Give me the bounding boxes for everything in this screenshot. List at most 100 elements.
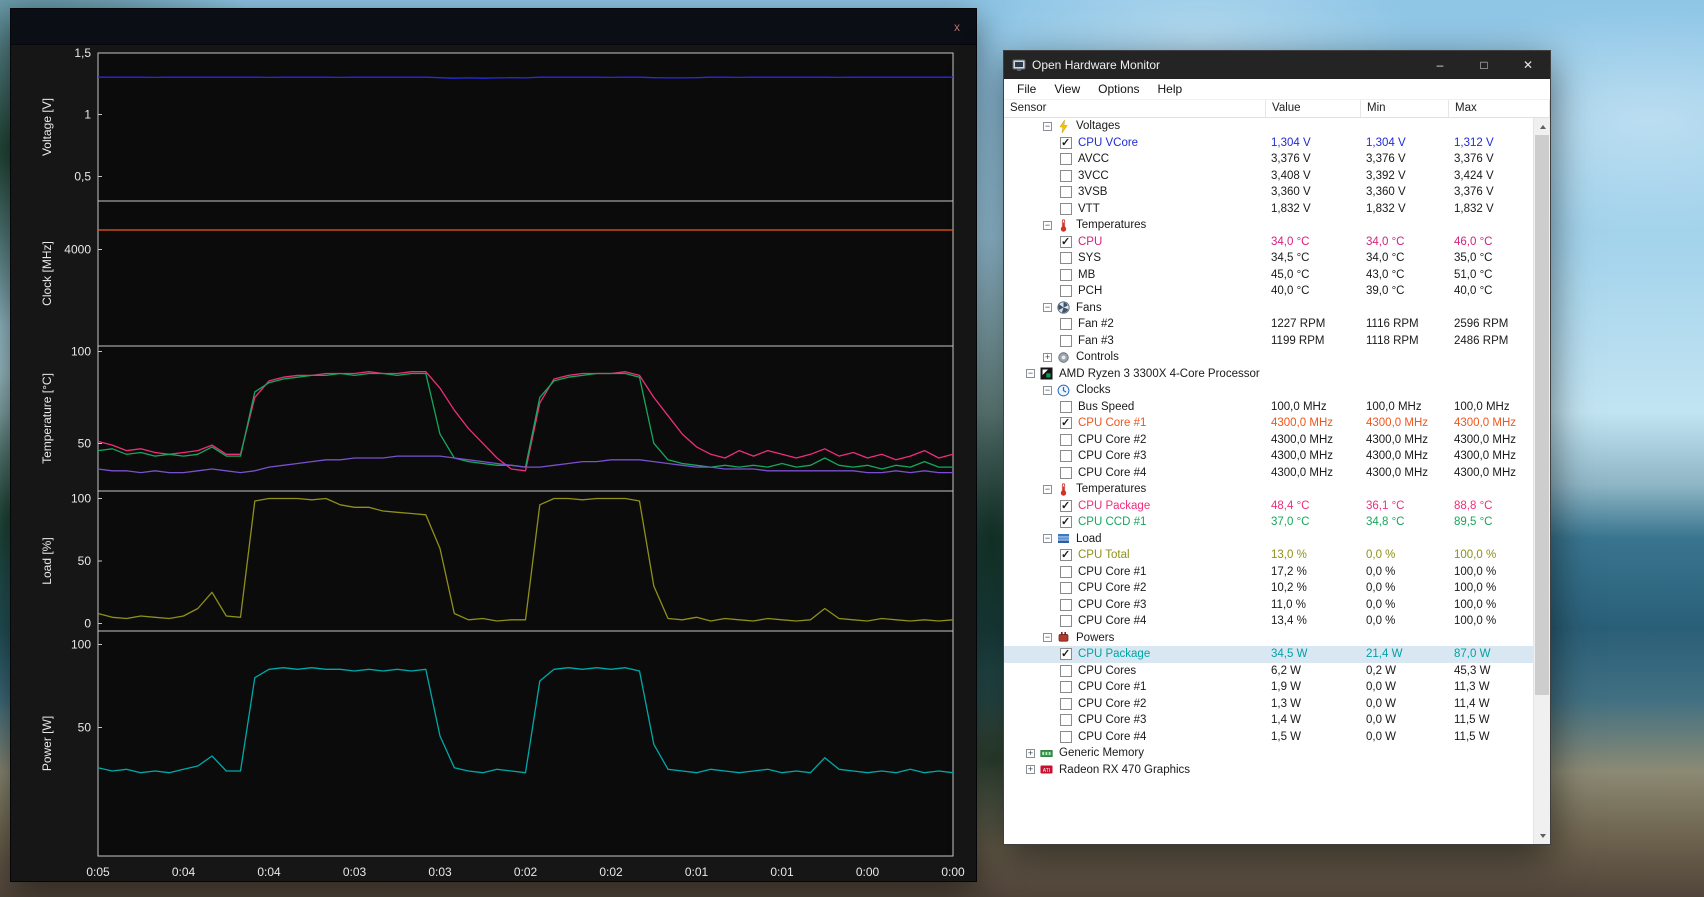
plot-checkbox[interactable] <box>1060 565 1072 578</box>
sensor-row[interactable]: CPU Core #2 1,3 W 0,0 W 11,4 W <box>1004 696 1533 713</box>
plot-titlebar[interactable]: x <box>11 9 976 45</box>
close-button[interactable]: ✕ <box>1506 51 1550 79</box>
menu-file[interactable]: File <box>1008 82 1045 96</box>
sensor-row[interactable]: SYS 34,5 °C 34,0 °C 35,0 °C <box>1004 250 1533 267</box>
plot-checkbox[interactable] <box>1060 515 1072 529</box>
plot-checkbox[interactable] <box>1060 582 1072 595</box>
sensor-row[interactable]: CPU Core #4 4300,0 MHz 4300,0 MHz 4300,0 MH… <box>1004 465 1533 482</box>
sensor-row[interactable]: Fan #3 1199 RPM 1118 RPM 2486 RPM <box>1004 333 1533 350</box>
plot-checkbox[interactable] <box>1060 318 1072 331</box>
plot-checkbox[interactable] <box>1060 202 1072 215</box>
collapse-icon[interactable]: − <box>1043 303 1052 313</box>
sensor-row[interactable]: CPU 34,0 °C 34,0 °C 46,0 °C <box>1004 234 1533 251</box>
plot-checkbox[interactable] <box>1060 647 1072 661</box>
plot-checkbox[interactable] <box>1060 548 1072 562</box>
plot-checkbox[interactable] <box>1060 714 1072 727</box>
sensor-row[interactable]: 3VSB 3,360 V 3,360 V 3,376 V <box>1004 184 1533 201</box>
sensor-row[interactable]: VTT 1,832 V 1,832 V 1,832 V <box>1004 201 1533 218</box>
plot-checkbox[interactable] <box>1060 186 1072 199</box>
collapse-icon[interactable]: − <box>1043 121 1052 131</box>
collapse-icon[interactable]: − <box>1026 369 1035 379</box>
sensor-row[interactable]: CPU Cores 6,2 W 0,2 W 45,3 W <box>1004 663 1533 680</box>
sensor-row[interactable]: CPU Core #3 11,0 % 0,0 % 100,0 % <box>1004 597 1533 614</box>
collapse-icon[interactable]: − <box>1043 484 1052 494</box>
hardware-row[interactable]: − AMD Ryzen 3 3300X 4-Core Processor <box>1004 366 1533 383</box>
sensor-group-row[interactable]: − Temperatures <box>1004 481 1533 498</box>
collapse-icon[interactable]: − <box>1043 633 1052 643</box>
scroll-up-icon[interactable] <box>1534 118 1550 135</box>
sensor-row[interactable]: CPU Core #1 17,2 % 0,0 % 100,0 % <box>1004 564 1533 581</box>
sensor-row[interactable]: 3VCC 3,408 V 3,392 V 3,424 V <box>1004 168 1533 185</box>
y-tick-label: 50 <box>78 721 92 735</box>
plot-checkbox[interactable] <box>1060 235 1072 248</box>
plot-checkbox[interactable] <box>1060 664 1072 677</box>
sensor-row[interactable]: CPU Core #4 1,5 W 0,0 W 11,5 W <box>1004 729 1533 746</box>
sensor-group-row[interactable]: − Load <box>1004 531 1533 548</box>
collapse-icon[interactable]: − <box>1043 385 1052 395</box>
hardware-row[interactable]: + Generic Memory <box>1004 745 1533 762</box>
plot-checkbox[interactable] <box>1060 136 1072 149</box>
sensor-group-row[interactable]: − Powers <box>1004 630 1533 647</box>
plot-checkbox[interactable] <box>1060 153 1072 166</box>
collapse-icon[interactable]: − <box>1043 534 1052 544</box>
maximize-button[interactable]: □ <box>1462 51 1506 79</box>
plot-checkbox[interactable] <box>1060 169 1072 182</box>
minimize-button[interactable]: – <box>1418 51 1462 79</box>
collapse-icon[interactable]: − <box>1043 220 1052 230</box>
plot-checkbox[interactable] <box>1060 416 1072 430</box>
scroll-down-icon[interactable] <box>1534 827 1550 844</box>
plot-checkbox[interactable] <box>1060 268 1072 281</box>
column-header-sensor[interactable]: Sensor <box>1004 100 1266 117</box>
expand-icon[interactable]: + <box>1026 765 1035 775</box>
sensor-row[interactable]: CPU Core #4 13,4 % 0,0 % 100,0 % <box>1004 613 1533 630</box>
sensor-row[interactable]: CPU Core #2 4300,0 MHz 4300,0 MHz 4300,0 MH… <box>1004 432 1533 449</box>
sensor-row[interactable]: CPU Package 34,5 W 21,4 W 87,0 W <box>1004 646 1533 663</box>
menu-view[interactable]: View <box>1045 82 1089 96</box>
vertical-scrollbar[interactable] <box>1533 118 1550 844</box>
sensor-row[interactable]: CPU Core #1 4300,0 MHz 4300,0 MHz 4300,0 MH… <box>1004 415 1533 432</box>
sensor-row[interactable]: CPU Package 48,4 °C 36,1 °C 88,8 °C <box>1004 498 1533 515</box>
column-header-min[interactable]: Min <box>1361 100 1449 117</box>
sensor-row[interactable]: CPU Core #3 1,4 W 0,0 W 11,5 W <box>1004 712 1533 729</box>
sensor-row[interactable]: CPU VCore 1,304 V 1,304 V 1,312 V <box>1004 135 1533 152</box>
sensor-group-row[interactable]: + Controls <box>1004 349 1533 366</box>
sensor-row[interactable]: CPU CCD #1 37,0 °C 34,8 °C 89,5 °C <box>1004 514 1533 531</box>
plot-checkbox[interactable] <box>1060 466 1072 479</box>
ohm-titlebar[interactable]: Open Hardware Monitor – □ ✕ <box>1004 51 1550 79</box>
hardware-row[interactable]: + ATI Radeon RX 470 Graphics <box>1004 762 1533 779</box>
plot-checkbox[interactable] <box>1060 730 1072 743</box>
sensor-row[interactable]: CPU Total 13,0 % 0,0 % 100,0 % <box>1004 547 1533 564</box>
plot-checkbox[interactable] <box>1060 499 1072 512</box>
plot-checkbox[interactable] <box>1060 450 1072 463</box>
column-header-value[interactable]: Value <box>1266 100 1361 117</box>
sensor-row[interactable]: Bus Speed 100,0 MHz 100,0 MHz 100,0 MHz <box>1004 399 1533 416</box>
plot-checkbox[interactable] <box>1060 433 1072 446</box>
sensor-group-row[interactable]: − Clocks <box>1004 382 1533 399</box>
expand-icon[interactable]: + <box>1043 352 1052 362</box>
plot-checkbox[interactable] <box>1060 334 1072 347</box>
sensor-row[interactable]: CPU Core #1 1,9 W 0,0 W 11,3 W <box>1004 679 1533 696</box>
sensor-group-row[interactable]: − Voltages <box>1004 118 1533 135</box>
sensor-min: 34,0 °C <box>1366 252 1405 265</box>
plot-checkbox[interactable] <box>1060 681 1072 694</box>
sensor-group-row[interactable]: − Temperatures <box>1004 217 1533 234</box>
expand-icon[interactable]: + <box>1026 748 1035 758</box>
plot-checkbox[interactable] <box>1060 285 1072 298</box>
sensor-row[interactable]: Fan #2 1227 RPM 1116 RPM 2596 RPM <box>1004 316 1533 333</box>
plot-checkbox[interactable] <box>1060 400 1072 413</box>
menu-options[interactable]: Options <box>1089 82 1148 96</box>
sensor-row[interactable]: CPU Core #3 4300,0 MHz 4300,0 MHz 4300,0 MH… <box>1004 448 1533 465</box>
close-icon[interactable]: x <box>954 21 960 33</box>
sensor-row[interactable]: CPU Core #2 10,2 % 0,0 % 100,0 % <box>1004 580 1533 597</box>
scrollbar-thumb[interactable] <box>1535 135 1549 695</box>
sensor-row[interactable]: AVCC 3,376 V 3,376 V 3,376 V <box>1004 151 1533 168</box>
sensor-row[interactable]: PCH 40,0 °C 39,0 °C 40,0 °C <box>1004 283 1533 300</box>
sensor-row[interactable]: MB 45,0 °C 43,0 °C 51,0 °C <box>1004 267 1533 284</box>
plot-checkbox[interactable] <box>1060 697 1072 710</box>
plot-checkbox[interactable] <box>1060 598 1072 611</box>
menu-help[interactable]: Help <box>1149 82 1192 96</box>
column-header-max[interactable]: Max <box>1449 100 1550 117</box>
sensor-group-row[interactable]: − Fans <box>1004 300 1533 317</box>
plot-checkbox[interactable] <box>1060 252 1072 265</box>
plot-checkbox[interactable] <box>1060 615 1072 628</box>
